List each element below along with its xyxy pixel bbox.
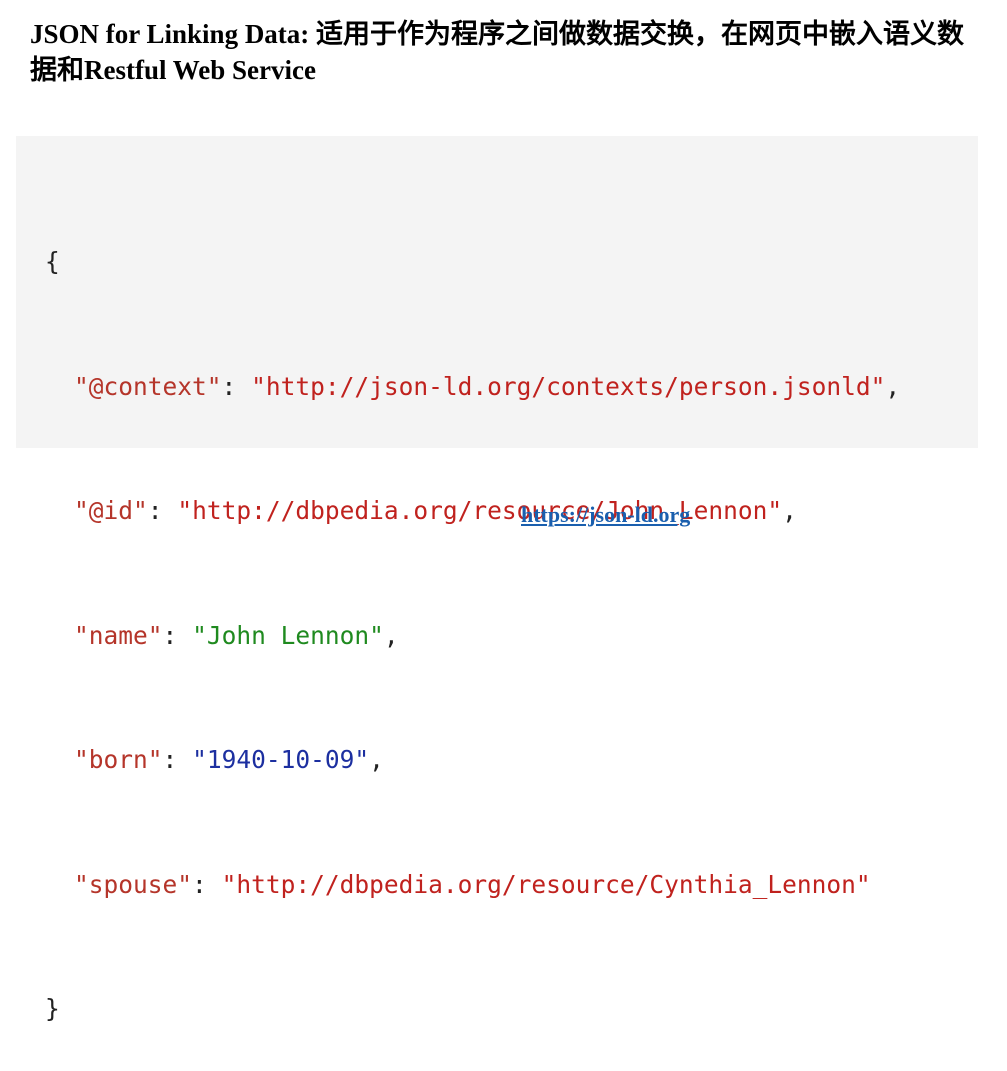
code-line-name: "name": "John Lennon", xyxy=(74,620,399,650)
code-line-context: "@context": "http://json-ld.org/contexts… xyxy=(74,371,901,401)
code-line-id: "@id": "http://dbpedia.org/resource/John… xyxy=(74,496,797,525)
code-line-born: "born": "1940-10-09", xyxy=(74,745,384,774)
value-born: 1940-10-09 xyxy=(206,745,355,774)
code-open-brace: { xyxy=(45,241,978,283)
key-born: born xyxy=(88,745,148,774)
value-context: http://json-ld.org/contexts/person.jsonl… xyxy=(265,371,871,401)
value-name: John Lennon xyxy=(206,620,370,650)
json-code-block: { "@context": "http://json-ld.org/contex… xyxy=(16,136,978,1023)
json-ld-site-link[interactable]: https://json-ld.org xyxy=(521,502,690,528)
key-name: name xyxy=(88,620,148,650)
value-spouse: http://dbpedia.org/resource/Cynthia_Lenn… xyxy=(236,869,856,899)
code-line-spouse: "spouse": "http://dbpedia.org/resource/C… xyxy=(74,869,871,899)
key-context: @context xyxy=(88,371,207,401)
code-close-brace: } xyxy=(45,988,978,1030)
open-brace: { xyxy=(45,247,60,276)
key-spouse: spouse xyxy=(88,869,178,899)
key-id: @id xyxy=(88,496,134,525)
close-brace: } xyxy=(45,994,60,1023)
slide-title: JSON for Linking Data: 适用于作为程序之间做数据交换，在网… xyxy=(30,19,965,85)
